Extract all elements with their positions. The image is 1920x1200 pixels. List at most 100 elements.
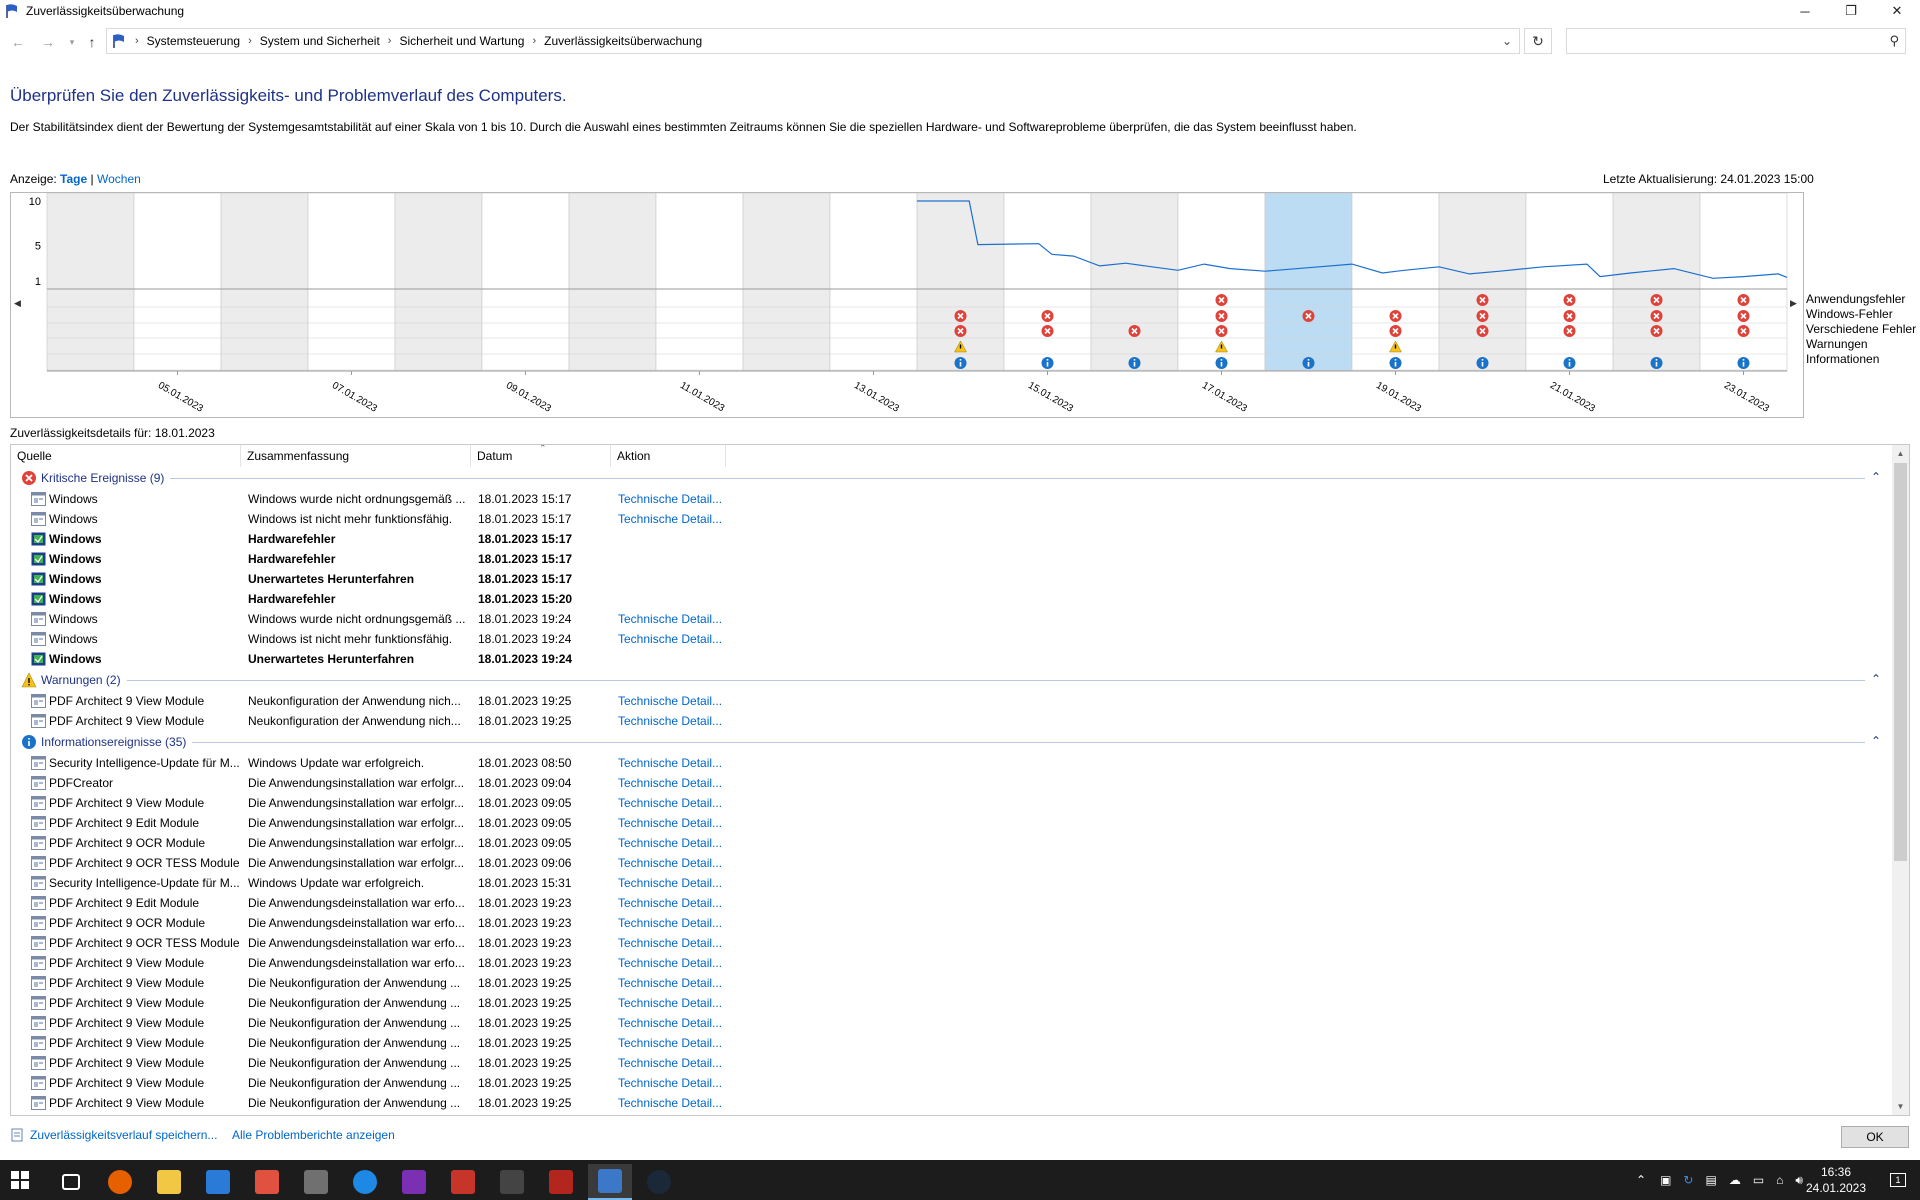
column-header-summary[interactable]: Zusammenfassung (241, 445, 471, 467)
chart-day-column[interactable] (1612, 193, 1701, 372)
technical-details-link[interactable]: Technische Detail... (618, 492, 722, 506)
group-label[interactable]: Warnungen (2) (41, 673, 121, 687)
tray-storage-icon[interactable]: ▭ (1753, 1173, 1764, 1187)
notification-center[interactable]: 1 (1880, 1160, 1916, 1200)
table-row[interactable]: PDF Architect 9 View Module Neukonfigurat… (11, 691, 1891, 711)
table-row[interactable]: Windows Unerwartetes Herunterfahren 18.01.… (11, 569, 1891, 589)
inkscape-icon[interactable] (490, 1164, 534, 1200)
table-row[interactable]: Windows Unerwartetes Herunterfahren 18.01.… (11, 649, 1891, 669)
collapse-chevron-icon[interactable]: ⌃ (1871, 734, 1881, 748)
vertical-scrollbar[interactable]: ▲ ▼ (1892, 445, 1909, 1115)
tray-expand-icon[interactable]: ⌃ (1636, 1173, 1646, 1187)
table-row[interactable]: PDF Architect 9 View Module Die Anwendung… (11, 953, 1891, 973)
technical-details-link[interactable]: Technische Detail... (618, 856, 722, 870)
column-header-action[interactable]: Aktion (611, 445, 726, 467)
maximize-button[interactable]: ❐ (1828, 0, 1874, 22)
chart-day-column[interactable] (46, 193, 135, 372)
onenote-icon[interactable] (392, 1164, 436, 1200)
technical-details-link[interactable]: Technische Detail... (618, 1016, 722, 1030)
table-row[interactable]: PDF Architect 9 View Module Die Neukonfig… (11, 973, 1891, 993)
network-icon[interactable]: ⌂ (1776, 1173, 1783, 1187)
technical-details-link[interactable]: Technische Detail... (618, 876, 722, 890)
technical-details-link[interactable]: Technische Detail... (618, 714, 722, 728)
table-row[interactable]: Windows Hardwarefehler 18.01.2023 15:20 (11, 589, 1891, 609)
search-icon[interactable]: ⚲ (1889, 33, 1899, 49)
minimize-button[interactable]: ─ (1782, 0, 1828, 22)
save-history-label[interactable]: Zuverlässigkeitsverlauf speichern... (30, 1128, 217, 1142)
ok-button[interactable]: OK (1841, 1126, 1909, 1148)
file-explorer-icon[interactable] (147, 1164, 191, 1200)
chart-day-column[interactable] (742, 193, 831, 372)
table-row[interactable]: PDF Architect 9 View Module Die Neukonfig… (11, 993, 1891, 1013)
chart-day-column[interactable] (1264, 193, 1353, 372)
table-row[interactable]: PDF Architect 9 OCR TESS Module Die Anwen… (11, 853, 1891, 873)
technical-details-link[interactable]: Technische Detail... (618, 1076, 722, 1090)
table-row[interactable]: Windows Windows ist nicht mehr funktionsf… (11, 629, 1891, 649)
table-row[interactable]: PDF Architect 9 View Module Die Neukonfig… (11, 1013, 1891, 1033)
chart-day-column[interactable] (133, 193, 222, 372)
group-label[interactable]: Informationsereignisse (35) (41, 735, 186, 749)
save-history-link[interactable]: Zuverlässigkeitsverlauf speichern... (10, 1128, 217, 1142)
breadcrumb-systemsteuerung[interactable]: Systemsteuerung (147, 34, 240, 48)
table-row[interactable]: PDF Architect 9 OCR Module Die Anwendungs… (11, 913, 1891, 933)
group-header-error[interactable]: Kritische Ereignisse (9) ⌃ (11, 467, 1891, 489)
address-bar[interactable]: › Systemsteuerung › System und Sicherhei… (106, 28, 1520, 54)
table-row[interactable]: Security Intelligence-Update für M... Win… (11, 873, 1891, 893)
technical-details-link[interactable]: Technische Detail... (618, 836, 722, 850)
view-weeks-link[interactable]: Wochen (97, 172, 141, 186)
table-row[interactable]: Windows Hardwarefehler 18.01.2023 15:17 (11, 529, 1891, 549)
technical-details-link[interactable]: Technische Detail... (618, 756, 722, 770)
onedrive-icon[interactable]: ☁ (1729, 1173, 1741, 1187)
technical-details-link[interactable]: Technische Detail... (618, 896, 722, 910)
edge-icon[interactable] (343, 1164, 387, 1200)
chart-day-column[interactable] (568, 193, 657, 372)
tray-sync-icon[interactable]: ↻ (1683, 1173, 1693, 1187)
technical-details-link[interactable]: Technische Detail... (618, 1036, 722, 1050)
technical-details-link[interactable]: Technische Detail... (618, 976, 722, 990)
column-header-source[interactable]: Quelle (11, 445, 241, 467)
chart-day-column[interactable] (655, 193, 744, 372)
table-row[interactable]: PDF Architect 9 View Module Neukonfigurat… (11, 711, 1891, 731)
chart-scroll-right-icon[interactable]: ▶ (1790, 298, 1797, 309)
address-dropdown-icon[interactable]: ⌄ (1494, 28, 1520, 54)
collapse-chevron-icon[interactable]: ⌃ (1871, 470, 1881, 484)
mail-icon[interactable] (196, 1164, 240, 1200)
table-row[interactable]: PDFCreator Die Anwendungsinstallation war… (11, 773, 1891, 793)
chart-day-column[interactable] (1525, 193, 1614, 372)
close-button[interactable]: ✕ (1874, 0, 1920, 22)
calculator-icon[interactable] (294, 1164, 338, 1200)
search-input[interactable]: ⚲ (1566, 28, 1906, 54)
technical-details-link[interactable]: Technische Detail... (618, 796, 722, 810)
technical-details-link[interactable]: Technische Detail... (618, 612, 722, 626)
table-row[interactable]: PDF Architect 9 OCR TESS Module Die Anwen… (11, 933, 1891, 953)
technical-details-link[interactable]: Technische Detail... (618, 632, 722, 646)
table-row[interactable]: PDF Architect 9 Edit Module Die Anwendung… (11, 813, 1891, 833)
stability-chart-canvas[interactable]: 10 5 1 05.01.2023 07.01.2023 09.01.2023 11.01.… (11, 193, 1805, 419)
group-header-warning[interactable]: Warnungen (2) ⌃ (11, 669, 1891, 691)
scroll-down-icon[interactable]: ▼ (1892, 1098, 1909, 1115)
group-header-info[interactable]: Informationsereignisse (35) ⌃ (11, 731, 1891, 753)
collapse-chevron-icon[interactable]: ⌃ (1871, 672, 1881, 686)
table-row[interactable]: PDF Architect 9 View Module Die Neukonfig… (11, 1033, 1891, 1053)
firefox-icon[interactable] (98, 1164, 142, 1200)
table-row[interactable]: Windows Windows wurde nicht ordnungsgemäß… (11, 489, 1891, 509)
technical-details-link[interactable]: Technische Detail... (618, 816, 722, 830)
breadcrumb-sicherheit-und-wartung[interactable]: Sicherheit und Wartung (399, 34, 524, 48)
chart-day-column[interactable] (1699, 193, 1788, 372)
chart-day-column[interactable] (220, 193, 309, 372)
recent-dropdown-icon[interactable]: ▾ (62, 32, 82, 52)
reliability-monitor-icon[interactable] (588, 1164, 632, 1200)
snipping-icon[interactable] (245, 1164, 289, 1200)
breadcrumb-system-und-sicherheit[interactable]: System und Sicherheit (260, 34, 380, 48)
game-icon[interactable] (539, 1164, 583, 1200)
chart-day-column[interactable] (307, 193, 396, 372)
back-arrow-icon[interactable]: ← (8, 32, 28, 52)
view-days-link[interactable]: Tage (60, 172, 87, 186)
chart-day-column[interactable] (1090, 193, 1179, 372)
table-row[interactable]: Windows Windows wurde nicht ordnungsgemäß… (11, 609, 1891, 629)
breadcrumb-separator[interactable]: › (532, 35, 536, 47)
pdf-tool-icon[interactable] (441, 1164, 485, 1200)
table-row[interactable]: Windows Windows ist nicht mehr funktionsf… (11, 509, 1891, 529)
table-row[interactable]: PDF Architect 9 OCR Module Die Anwendungs… (11, 833, 1891, 853)
table-row[interactable]: Windows Hardwarefehler 18.01.2023 15:17 (11, 549, 1891, 569)
